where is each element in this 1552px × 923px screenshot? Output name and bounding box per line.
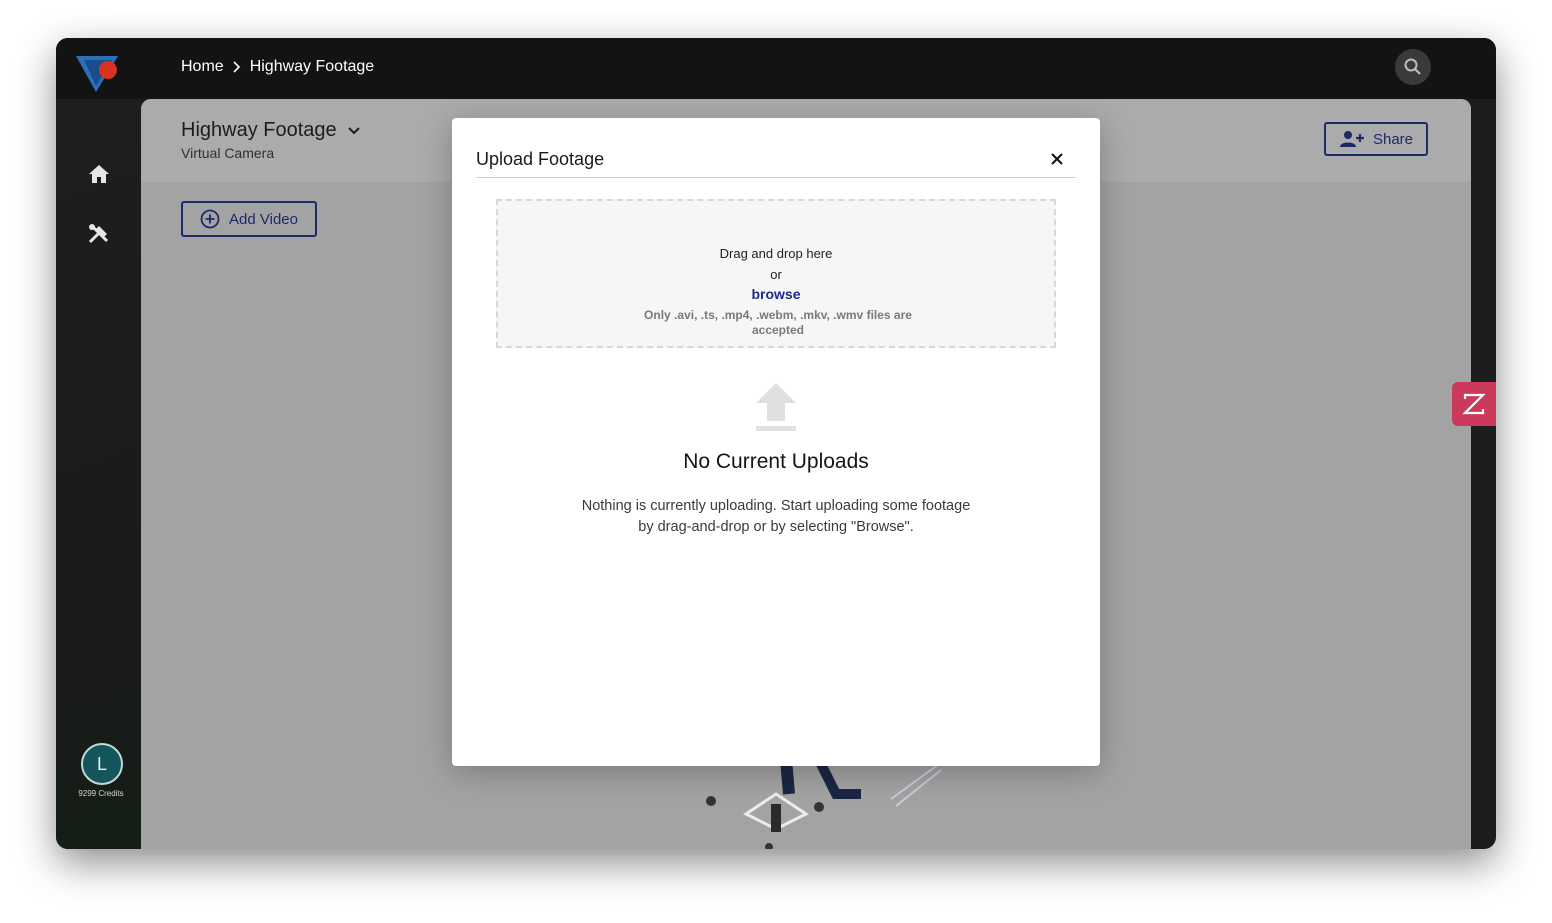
plus-circle-icon <box>200 209 220 229</box>
upload-modal: Upload Footage Drag and drop here or bro… <box>452 118 1100 766</box>
page-subtitle: Virtual Camera <box>181 145 275 161</box>
share-label: Share <box>1372 130 1414 148</box>
tools-icon <box>88 224 109 244</box>
close-button[interactable] <box>1048 150 1066 168</box>
add-user-icon <box>1339 131 1364 147</box>
empty-state-illustration <box>706 758 941 849</box>
sidebar-item-tools[interactable] <box>87 222 111 246</box>
user-avatar[interactable]: L <box>81 743 123 785</box>
add-video-label: Add Video <box>229 210 298 228</box>
home-icon <box>89 165 109 183</box>
accepted-formats-note: Only .avi, .ts, .mp4, .webm, .mkv, .wmv … <box>644 308 912 337</box>
breadcrumb-current[interactable]: Highway Footage <box>250 58 375 76</box>
breadcrumb: Home Highway Footage <box>181 58 374 76</box>
upload-icon <box>756 383 796 431</box>
side-widget-icon <box>1462 393 1486 415</box>
browse-link[interactable]: browse <box>498 286 1054 302</box>
app-logo[interactable] <box>74 52 122 96</box>
breadcrumb-home[interactable]: Home <box>181 58 224 76</box>
empty-state-description: Nothing is currently uploading. Start up… <box>581 498 971 535</box>
add-video-button[interactable]: Add Video <box>181 201 317 237</box>
chevron-right-icon <box>233 61 240 73</box>
page-title[interactable]: Highway Footage <box>181 119 361 142</box>
sidebar-item-home[interactable] <box>87 162 111 186</box>
search-icon <box>1404 58 1421 75</box>
modal-title: Upload Footage <box>476 149 605 169</box>
search-button[interactable] <box>1395 49 1431 85</box>
close-icon <box>1051 153 1063 165</box>
side-widget-button[interactable] <box>1452 382 1496 426</box>
chevron-down-icon <box>347 126 360 134</box>
modal-divider <box>476 177 1076 178</box>
dropzone-instruction: Drag and drop here <box>719 246 833 261</box>
share-button[interactable]: Share <box>1324 122 1428 156</box>
dropzone-or: or <box>770 267 782 282</box>
sidebar: L 9299 Credits <box>56 99 141 849</box>
page-title-text: Highway Footage <box>181 119 337 141</box>
empty-state-title: No Current Uploads <box>683 450 869 473</box>
top-bar: Home Highway Footage <box>56 38 1496 99</box>
dropzone[interactable]: Drag and drop here or browse Only .avi, … <box>496 199 1056 348</box>
credits-label: 9299 Credits <box>78 789 124 798</box>
